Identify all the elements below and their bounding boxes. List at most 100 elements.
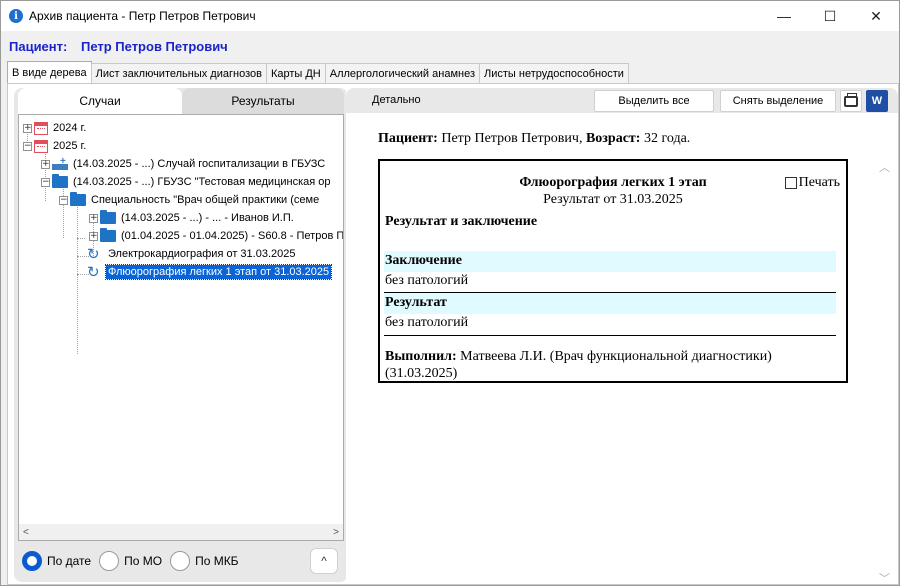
detail-toolbar: Детально Выделить все Снять выделение W <box>346 88 898 113</box>
tree-node-label: Флюорография легких 1 этап от 31.03.2025 <box>104 264 333 280</box>
age-value: 32 года. <box>643 131 691 146</box>
calendar-icon <box>34 139 48 153</box>
radio-label: По дате <box>47 554 92 568</box>
tree-node-2025[interactable]: − 2025 г. <box>23 137 88 155</box>
tab-tree-view[interactable]: В виде дерева <box>7 61 92 83</box>
radio-label: По МО <box>124 554 163 568</box>
patient-archive-window: i Архив пациента - Петр Петров Петрович … <box>0 0 900 586</box>
hospital-bed-icon: + <box>52 156 68 170</box>
scroll-left-button[interactable]: < <box>23 527 29 538</box>
main-tabs: В виде дерева Лист заключительных диагно… <box>7 61 629 84</box>
folder-icon <box>52 174 68 188</box>
tree-node-visit-1[interactable]: + (14.03.2025 - ...) - ... - Иванов И.П. <box>89 209 296 227</box>
report-subtitle: Результат от 31.03.2025 <box>543 192 683 207</box>
scroll-down-icon[interactable]: ﹀ <box>879 570 890 586</box>
tree-node-visit-2[interactable]: + (01.04.2025 - 01.04.2025) - S60.8 - Пе… <box>89 227 344 245</box>
tree-line <box>77 238 85 239</box>
sort-by-mkb-radio[interactable]: По МКБ <box>170 551 239 571</box>
tab-detail[interactable]: Детально <box>372 94 421 106</box>
tree-node-2024[interactable]: + 2024 г. <box>23 119 88 137</box>
tree-node-label: (14.03.2025 - ...) Случай госпитализации… <box>73 158 326 170</box>
patient-info-name: Петр Петров Петрович, <box>441 131 583 146</box>
right-panel: Детально Выделить все Снять выделение W … <box>346 84 898 586</box>
cases-tree[interactable]: + 2024 г. − 2025 г. + + (14.03.2025 - ..… <box>18 114 344 526</box>
tree-node-organization[interactable]: − (14.03.2025 - ...) ГБУЗС "Тестовая мед… <box>41 173 333 191</box>
collapse-icon[interactable]: − <box>23 141 32 151</box>
print-checkbox[interactable]: Печать <box>784 175 840 191</box>
calendar-icon <box>34 121 48 135</box>
left-tabs: Случаи Результаты <box>14 88 348 114</box>
tab-results[interactable]: Результаты <box>182 88 344 114</box>
minimize-button[interactable]: — <box>761 1 807 31</box>
expand-icon[interactable]: + <box>23 123 32 133</box>
sort-by-mo-radio[interactable]: По МО <box>99 551 162 571</box>
tree-node-label: (01.04.2025 - 01.04.2025) - S60.8 - Петр… <box>121 230 344 242</box>
export-word-button[interactable]: W <box>866 90 888 112</box>
checkbox-box[interactable] <box>784 177 797 189</box>
tree-horizontal-scrollbar[interactable]: < > <box>18 524 344 541</box>
divider <box>384 335 836 336</box>
refresh-icon: ↻ <box>87 245 100 263</box>
window-controls: — ☐ ✕ <box>761 1 899 31</box>
report-title: Флюорография легких 1 этап <box>519 175 707 190</box>
tab-sick-leave[interactable]: Листы нетрудоспособности <box>479 63 629 83</box>
radio-label: По МКБ <box>195 554 239 568</box>
result-header: Результат <box>384 293 836 314</box>
conclusion-header: Заключение <box>384 251 836 272</box>
radio-circle[interactable] <box>99 551 120 571</box>
print-button[interactable] <box>840 90 862 112</box>
executor-info: Выполнил: Матвеева Л.И. (Врач функционал… <box>385 348 840 382</box>
sort-options: По дате По МО По МКБ <box>22 548 247 574</box>
left-panel: Случаи Результаты + 2024 г. − 2025 г. + … <box>14 88 348 582</box>
maximize-button[interactable]: ☐ <box>807 1 853 31</box>
tree-node-ecg[interactable]: ↻ Электрокардиография от 31.03.2025 <box>87 245 297 263</box>
window-title: Архив пациента - Петр Петров Петрович <box>29 9 256 23</box>
tree-node-label: 2024 г. <box>53 122 87 134</box>
collapse-icon[interactable]: − <box>59 195 68 205</box>
tab-cases[interactable]: Случаи <box>18 88 182 114</box>
chevron-up-button[interactable]: ^ <box>310 548 338 574</box>
select-all-button[interactable]: Выделить все <box>594 90 714 112</box>
sort-by-date-radio[interactable]: По дате <box>22 551 91 571</box>
radio-circle[interactable] <box>22 551 42 571</box>
tab-body: Случаи Результаты + 2024 г. − 2025 г. + … <box>7 83 899 585</box>
deselect-button[interactable]: Снять выделение <box>720 90 836 112</box>
tree-node-label: Электрокардиография от 31.03.2025 <box>108 248 296 260</box>
collapse-icon[interactable]: − <box>41 177 50 187</box>
scroll-right-button[interactable]: > <box>333 527 339 538</box>
expand-icon[interactable]: + <box>89 231 98 241</box>
title-bar: i Архив пациента - Петр Петров Петрович … <box>1 1 899 31</box>
patient-label: Пациент: <box>9 39 68 54</box>
result-value: без патологий <box>385 315 469 330</box>
tree-node-label: (14.03.2025 - ...) - ... - Иванов И.П. <box>121 212 294 224</box>
patient-name: Петр Петров Петрович <box>80 39 228 54</box>
report-heading: Результат и заключение <box>385 214 538 229</box>
folder-icon <box>70 192 86 206</box>
tree-line <box>77 202 78 354</box>
report-card: Флюорография легких 1 этап Результат от … <box>378 159 848 383</box>
tree-node-hospitalization[interactable]: + + (14.03.2025 - ...) Случай госпитализ… <box>41 155 327 173</box>
executor-label: Выполнил: <box>385 349 457 364</box>
printer-icon <box>844 92 858 107</box>
folder-icon <box>100 210 116 224</box>
tab-dn-cards[interactable]: Карты ДН <box>265 63 326 83</box>
folder-icon <box>100 228 116 242</box>
tree-node-specialty[interactable]: − Специальность "Врач общей практики (се… <box>59 191 321 209</box>
radio-circle[interactable] <box>170 551 191 571</box>
patient-header: Пациент: Петр Петров Петрович <box>9 39 228 54</box>
expand-icon[interactable]: + <box>41 159 50 169</box>
detail-content: Пациент: Петр Петров Петрович, Возраст: … <box>346 113 898 584</box>
tab-allergy-anamnesis[interactable]: Аллергологический анамнез <box>324 63 480 83</box>
tab-final-diagnoses[interactable]: Лист заключительных диагнозов <box>90 63 267 83</box>
scroll-up-icon[interactable]: ︿ <box>879 159 890 175</box>
patient-info-label: Пациент: <box>378 131 438 146</box>
patient-info: Пациент: Петр Петров Петрович, Возраст: … <box>378 131 690 147</box>
tree-node-label: 2025 г. <box>53 140 87 152</box>
refresh-icon: ↻ <box>87 263 100 281</box>
expand-icon[interactable]: + <box>89 213 98 223</box>
tree-node-fluorography[interactable]: ↻ Флюорография легких 1 этап от 31.03.20… <box>87 263 333 281</box>
print-checkbox-label: Печать <box>798 175 840 190</box>
tree-node-label: (14.03.2025 - ...) ГБУЗС "Тестовая медиц… <box>73 176 331 188</box>
close-button[interactable]: ✕ <box>853 1 899 31</box>
tree-node-label: Специальность "Врач общей практики (семе <box>91 194 320 206</box>
